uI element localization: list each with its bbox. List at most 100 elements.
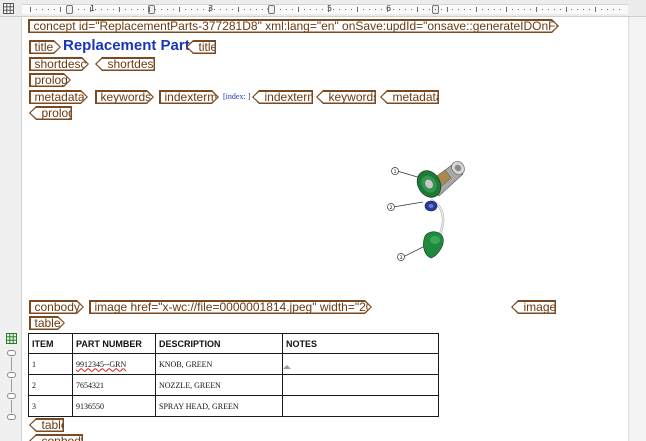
column-header[interactable]: DESCRIPTION <box>155 333 283 354</box>
page-title[interactable]: Replacement Parts <box>63 37 198 54</box>
table-cell[interactable] <box>282 395 439 417</box>
prolog-start-tag[interactable]: prolog <box>29 73 71 87</box>
conbody-start-tag[interactable]: conbody <box>29 300 84 314</box>
table-cell[interactable]: 9912345--GRN <box>72 353 156 375</box>
ruler-tick <box>315 9 317 10</box>
ruler-tick <box>77 9 79 10</box>
metadata-start-tag[interactable]: metadata <box>29 90 88 104</box>
table-grid-icon[interactable] <box>6 333 17 344</box>
table-cell[interactable]: SPRAY HEAD, GREEN <box>155 395 283 417</box>
ruler-tick <box>565 7 567 12</box>
table-cell[interactable]: 1 <box>28 353 73 375</box>
ruler-tick <box>506 7 507 12</box>
ruler-tick <box>95 9 97 10</box>
row-handle-icon[interactable] <box>7 372 16 378</box>
vertical-scrollbar[interactable] <box>628 17 646 441</box>
row-guide <box>11 357 12 371</box>
ruler-tick <box>59 7 61 12</box>
ruler-tick <box>220 9 222 10</box>
ruler-tick <box>387 7 388 12</box>
table-cell[interactable]: 2 <box>28 374 73 396</box>
table-start-tag[interactable]: table <box>29 316 65 330</box>
indexterm-start-tag[interactable]: indexterm <box>159 90 219 104</box>
caret-up-icon <box>283 365 291 369</box>
row-guide <box>11 400 12 413</box>
ruler-tick <box>244 9 246 10</box>
grid-icon[interactable] <box>3 3 14 14</box>
table-cell[interactable] <box>282 353 439 375</box>
ruler-tick <box>613 9 615 10</box>
table-end-tag[interactable]: table <box>29 418 64 432</box>
shortdesc-start-tag[interactable]: shortdesc <box>29 57 89 71</box>
ruler-tick <box>559 9 561 10</box>
ruler-tick <box>494 9 496 10</box>
ruler-tick <box>404 9 406 10</box>
ruler-tick <box>381 9 383 10</box>
spray-head-image[interactable]: 1 2 3 <box>385 156 470 268</box>
ruler-tick <box>392 9 394 10</box>
ruler-tick <box>339 9 341 10</box>
title-start-tag[interactable]: title <box>29 40 61 54</box>
concept-start-tag[interactable]: concept id="ReplacementParts-377281D8" x… <box>28 19 559 33</box>
table-cell[interactable]: 7654321 <box>72 374 156 396</box>
ruler-tick <box>375 9 377 10</box>
indexterm-end-tag[interactable]: indexterm <box>252 90 313 104</box>
ruler-tick <box>65 9 67 10</box>
ruler-tick <box>268 7 269 12</box>
ruler-tick <box>172 9 174 10</box>
ruler-tick <box>422 9 424 10</box>
shortdesc-end-tag[interactable]: shortdesc <box>95 57 155 71</box>
ruler-tick <box>279 9 281 10</box>
column-header[interactable]: PART NUMBER <box>72 333 156 354</box>
ruler-tick <box>607 9 609 10</box>
ruler-tick <box>137 9 139 10</box>
table-cell[interactable]: 3 <box>28 395 73 417</box>
spray-head-illustration: 1 2 3 <box>387 161 465 261</box>
callout-label: 1 <box>394 169 397 175</box>
ruler-tick <box>369 9 371 10</box>
ruler-tick <box>119 7 121 12</box>
prolog-end-tag[interactable]: prolog <box>29 106 72 120</box>
ruler-tick <box>238 7 240 12</box>
ruler-tick <box>285 9 287 10</box>
table-header-row: ITEM PART NUMBER DESCRIPTION NOTES <box>28 333 439 354</box>
ruler-tick <box>529 9 531 10</box>
ruler-tick <box>214 9 216 10</box>
image-end-tag[interactable]: image <box>511 300 556 314</box>
row-handle-icon[interactable] <box>7 350 16 356</box>
table-row: 3 9136550 SPRAY HEAD, GREEN <box>28 395 439 417</box>
ruler-tick <box>131 9 133 10</box>
keywords-start-tag[interactable]: keywords <box>95 90 154 104</box>
ruler-tick <box>345 9 347 10</box>
ruler-tick <box>250 9 252 10</box>
ruler-tick <box>547 9 549 10</box>
table-cell[interactable]: KNOB, GREEN <box>155 353 283 375</box>
table-cell[interactable]: 9136550 <box>72 395 156 417</box>
ruler-tick <box>357 7 359 12</box>
conbody-end-tag[interactable]: conbody <box>29 434 83 441</box>
ruler-track[interactable]: 1 2 3 4 5 6 <box>22 4 628 14</box>
ruler-tick <box>517 9 519 10</box>
table-cell[interactable] <box>282 374 439 396</box>
ruler-tick <box>89 7 91 12</box>
ruler-tick <box>571 9 573 10</box>
table-cell[interactable]: NOZZLE, GREEN <box>155 374 283 396</box>
horizontal-ruler[interactable]: 1 2 3 4 5 6 <box>0 0 646 17</box>
image-start-tag[interactable]: image href="x-wc://file=0000001814.jpeg"… <box>89 300 372 314</box>
metadata-end-tag[interactable]: metadata <box>380 90 439 104</box>
ruler-tick <box>470 9 472 10</box>
ruler-number: 1 <box>90 4 96 13</box>
row-handle-icon[interactable] <box>7 414 16 420</box>
keywords-end-tag[interactable]: keywords <box>316 90 376 104</box>
ruler-tick <box>303 9 305 10</box>
ruler-tick <box>30 7 31 12</box>
column-header[interactable]: ITEM <box>28 333 73 354</box>
ruler-tick <box>226 9 228 10</box>
table-row: 1 9912345--GRN KNOB, GREEN <box>28 353 439 375</box>
left-gutter <box>0 17 22 441</box>
ruler-tick <box>619 9 621 10</box>
column-header[interactable]: NOTES <box>282 333 439 354</box>
ruler-tick <box>458 9 460 10</box>
index-term-text[interactable]: [index: ] <box>223 92 250 101</box>
row-handle-icon[interactable] <box>7 393 16 399</box>
